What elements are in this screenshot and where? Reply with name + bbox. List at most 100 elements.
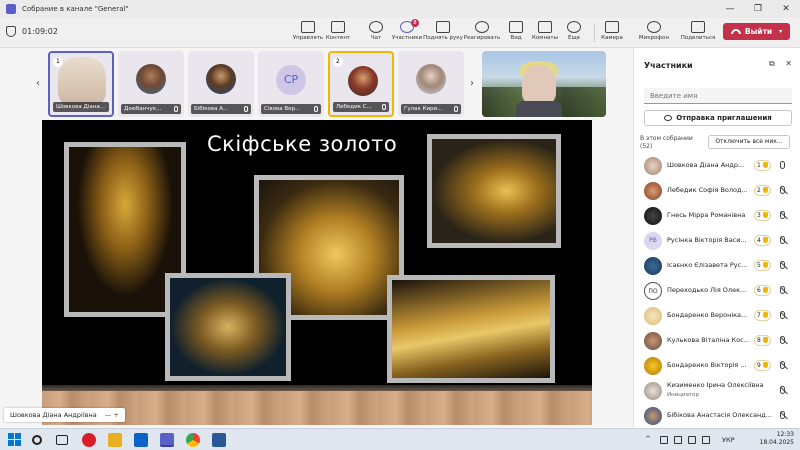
- raised-hand-badge: 4: [754, 235, 771, 246]
- participant-name: Сівова Вер...: [261, 104, 321, 114]
- list-item[interactable]: Гнесь Мірра Романівна 3: [634, 203, 800, 228]
- clock-time: 12:33: [776, 431, 794, 438]
- chat-icon: [369, 21, 383, 33]
- maximize-button[interactable]: ❐: [744, 0, 772, 18]
- avatar-initials: РВ: [644, 232, 662, 250]
- presenter-name: Шовкова Діана Андріївна: [10, 411, 97, 419]
- gallery-prev-arrow-icon[interactable]: ‹: [36, 78, 40, 89]
- participant-tile[interactable]: Бібікова А...: [188, 51, 254, 117]
- avatar: [644, 207, 662, 225]
- hand-order: 7: [757, 312, 761, 319]
- participant-tile[interactable]: Дзюбанчук...: [118, 51, 184, 117]
- opera-icon[interactable]: [82, 433, 96, 447]
- teams-logo-icon: [6, 4, 16, 14]
- battery-icon[interactable]: [702, 436, 710, 444]
- presentation-slide: Скіфське золото: [42, 120, 592, 425]
- share-icon: [691, 21, 705, 33]
- avatar: [416, 64, 446, 94]
- list-item[interactable]: Шовкова Діана Андр... 1: [634, 153, 800, 178]
- windows-start-icon[interactable]: [8, 433, 21, 446]
- slide-photo-golden-plaque: [387, 275, 555, 383]
- participant-search-input[interactable]: [644, 88, 792, 104]
- microphone-button[interactable]: Микрофон: [634, 20, 674, 48]
- participant-name: Гулак Кири...: [401, 104, 461, 114]
- keyboard-language[interactable]: УКР: [722, 436, 735, 444]
- participants-button[interactable]: 8 Участники: [387, 19, 427, 48]
- panel-controls: ⧉ ✕: [761, 59, 792, 69]
- chevron-up-icon[interactable]: ^: [645, 435, 651, 443]
- list-item[interactable]: Бібікова Анастасія Олександ...: [634, 403, 800, 428]
- network-icon[interactable]: [674, 436, 682, 444]
- send-invite-button[interactable]: Отправка приглашения: [644, 110, 792, 126]
- windows-taskbar: ^ УКР 12:33 18.04.2025: [0, 428, 800, 450]
- volume-icon[interactable]: [688, 436, 696, 444]
- avatar: [644, 357, 662, 375]
- mic-off-icon: [314, 106, 318, 112]
- avatar: [644, 382, 662, 400]
- slide-photo-golden-bracelet: [427, 134, 561, 248]
- camera-button[interactable]: Камера: [592, 20, 632, 48]
- participant-tile[interactable]: СР Сівова Вер...: [258, 51, 324, 117]
- hand-icon: [762, 187, 768, 193]
- hand-order: 2: [757, 187, 761, 194]
- participants-panel: Участники ⧉ ✕ Отправка приглашения В это…: [633, 48, 800, 428]
- participant-tile[interactable]: 1 Шовкова Діана...: [48, 51, 114, 117]
- outlook-icon[interactable]: [134, 433, 148, 447]
- self-video-tile[interactable]: [482, 51, 606, 117]
- search-icon[interactable]: [32, 435, 42, 445]
- mic-off-icon: [454, 106, 458, 112]
- mic-off-icon: [780, 211, 785, 219]
- teams-icon[interactable]: [160, 433, 174, 447]
- more-button[interactable]: Еще: [554, 20, 594, 48]
- gallery-next-arrow-icon[interactable]: ›: [470, 78, 474, 89]
- mic-off-icon: [780, 386, 785, 394]
- system-clock[interactable]: 12:33 18.04.2025: [760, 431, 794, 447]
- file-explorer-icon[interactable]: [108, 433, 122, 447]
- avatar: [136, 64, 166, 94]
- mute-all-button[interactable]: Отключить все мик...: [708, 135, 790, 149]
- list-item[interactable]: Лебедик Софія Волод... 2: [634, 178, 800, 203]
- hand-icon: [762, 287, 768, 293]
- participant-tile[interactable]: 2 Лебедик С...: [328, 51, 394, 117]
- list-item[interactable]: Бондаренко Вікторія ... 9: [634, 353, 800, 378]
- close-button[interactable]: ✕: [772, 0, 800, 18]
- mic-off-icon: [780, 236, 785, 244]
- shield-icon[interactable]: [6, 26, 16, 37]
- list-item[interactable]: ПО Переходько Лія Олек... 6: [634, 278, 800, 303]
- word-icon[interactable]: [212, 433, 226, 447]
- list-item[interactable]: Ісаєнко Єлізавета Рус... 5: [634, 253, 800, 278]
- share-button[interactable]: Поделиться: [678, 20, 718, 48]
- avatar: [206, 64, 236, 94]
- content-button[interactable]: Контент: [318, 20, 358, 48]
- minimize-button[interactable]: —: [716, 0, 744, 18]
- close-icon[interactable]: ✕: [785, 59, 792, 68]
- list-item[interactable]: Кизименко Ірина Олексіївна Инициатор: [634, 378, 800, 403]
- rooms-icon: [538, 21, 552, 33]
- in-meeting-section-header[interactable]: В этом собрании (52): [640, 135, 700, 151]
- hand-order: 3: [757, 212, 761, 219]
- tray-app-icon[interactable]: [660, 436, 668, 444]
- list-item[interactable]: Бондаренко Вероніка... 7: [634, 303, 800, 328]
- raise-hand-button[interactable]: Поднять руку: [423, 20, 463, 48]
- grid-icon: [509, 21, 523, 33]
- zoom-controls[interactable]: — +: [105, 411, 119, 419]
- list-item[interactable]: Кулькова Віталіна Кос... 8: [634, 328, 800, 353]
- raised-hand-badge: 5: [754, 260, 771, 271]
- task-view-icon[interactable]: [56, 435, 68, 445]
- mic-off-icon: [780, 411, 785, 419]
- chrome-icon[interactable]: [186, 433, 200, 447]
- window-title: Собрание в канале "General": [22, 5, 129, 13]
- presenter-name-chip[interactable]: Шовкова Діана Андріївна — +: [4, 408, 125, 422]
- pop-out-icon[interactable]: ⧉: [769, 59, 775, 68]
- hand-icon: [762, 262, 768, 268]
- raised-hand-badge: 8: [754, 335, 771, 346]
- leave-button[interactable]: Выйти ▾: [723, 23, 790, 40]
- chevron-down-icon[interactable]: ▾: [779, 28, 782, 35]
- mic-off-icon: [780, 286, 785, 294]
- avatar-initials: ПО: [644, 282, 662, 300]
- emoji-icon: [475, 21, 489, 33]
- hand-icon: [762, 362, 768, 368]
- list-item[interactable]: РВ Русінка Вікторія Васи... 4: [634, 228, 800, 253]
- participants-badge: 8: [411, 19, 419, 27]
- participant-tile[interactable]: Гулак Кири...: [398, 51, 464, 117]
